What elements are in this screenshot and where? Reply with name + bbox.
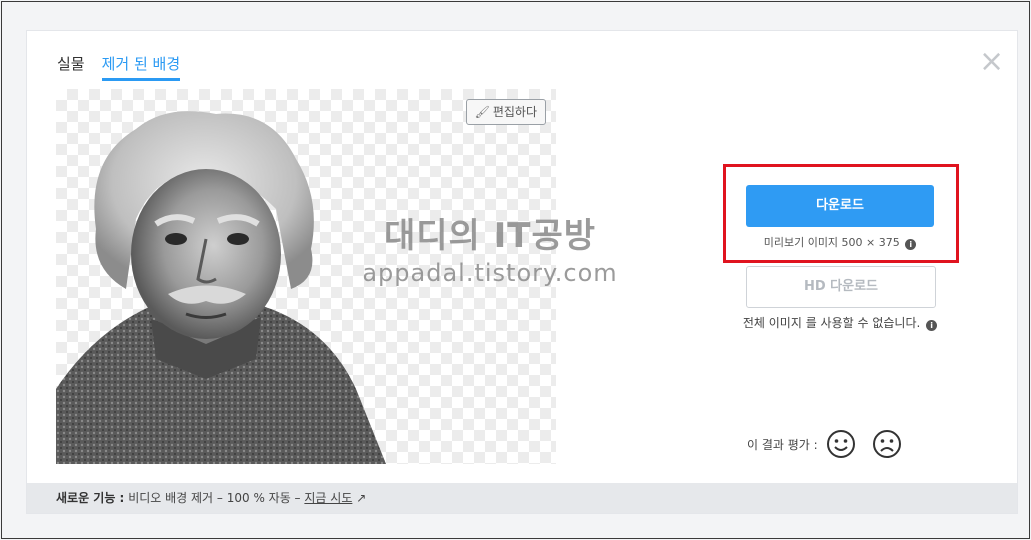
try-now-link[interactable]: 지금 시도	[304, 491, 352, 505]
preview-size-note: 미리보기 이미지 500 × 375 i	[746, 234, 934, 250]
tab-original[interactable]: 실물	[57, 53, 85, 81]
info-icon[interactable]: i	[905, 239, 917, 250]
view-tabs: 실물 제거 된 배경	[57, 53, 181, 81]
smile-icon[interactable]	[826, 429, 856, 459]
edit-button[interactable]: 🖌 편집하다	[465, 99, 546, 125]
frown-icon[interactable]	[872, 429, 902, 459]
edit-button-label: 편집하다	[492, 105, 537, 119]
brush-icon: 🖌	[474, 105, 490, 119]
download-button[interactable]: 다운로드	[746, 185, 934, 227]
external-link-icon[interactable]: ↗	[356, 491, 366, 505]
close-icon[interactable]: ×	[979, 47, 1004, 77]
hd-download-button[interactable]: HD 다운로드	[746, 266, 936, 308]
result-card: 실물 제거 된 배경 × 🖌 편집하다 다운로드 미리보기 이미지 500 × …	[26, 30, 1018, 514]
window-frame: 실물 제거 된 배경 × 🖌 편집하다 다운로드 미리보기 이미지 500 × …	[1, 1, 1030, 539]
rating-label: 이 결과 평가 :	[747, 437, 818, 452]
footer-new-label: 새로운 기능 :	[56, 491, 125, 505]
result-rating: 이 결과 평가 :	[747, 429, 902, 459]
footer-text: 비디오 배경 제거 – 100 % 자동 –	[128, 491, 301, 505]
hd-note-text: 전체 이미지 를 사용할 수 없습니다.	[742, 316, 921, 330]
tab-removed-background[interactable]: 제거 된 배경	[101, 53, 181, 81]
preview-image: 🖌 편집하다	[56, 89, 556, 464]
footer-bar: 새로운 기능 : 비디오 배경 제거 – 100 % 자동 – 지금 시도 ↗	[27, 483, 1017, 513]
preview-size-text: 미리보기 이미지 500 × 375	[763, 236, 900, 249]
portrait-cutout	[56, 111, 386, 464]
hd-unavailable-note: 전체 이미지 를 사용할 수 없습니다. i	[723, 314, 957, 331]
info-icon[interactable]: i	[926, 320, 938, 331]
